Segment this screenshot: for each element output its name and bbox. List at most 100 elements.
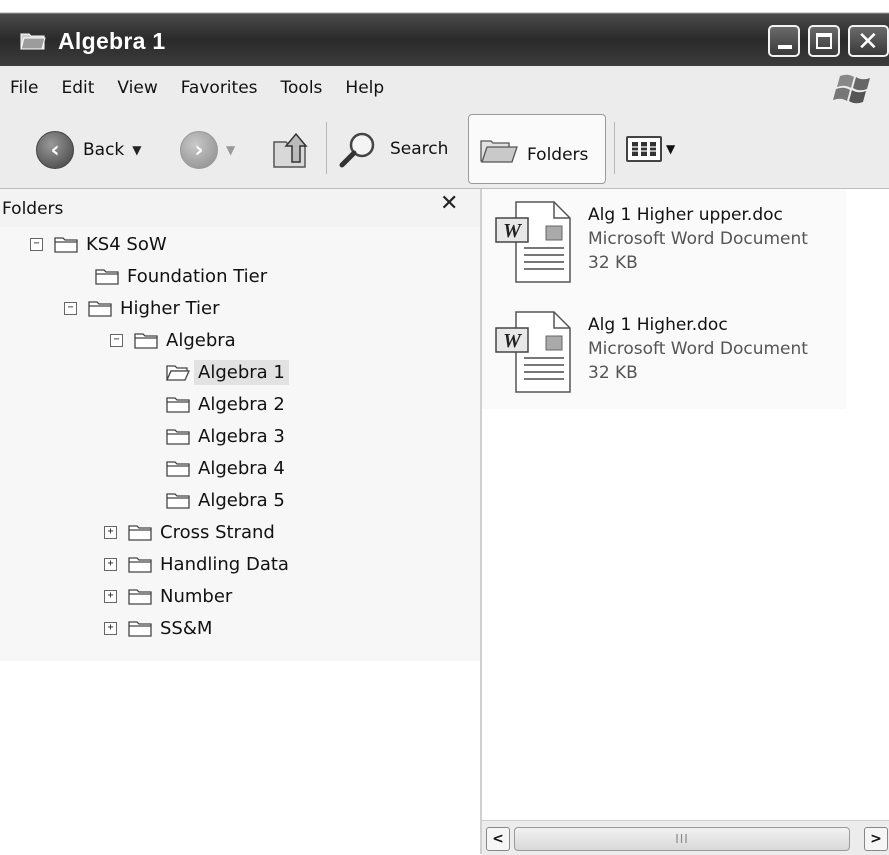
close-icon[interactable]: ✕ [440,191,458,216]
folder-up-icon[interactable] [270,128,314,172]
maximize-icon [816,33,832,49]
tree-label: Handling Data [160,553,289,575]
file-list: W Alg 1 Higher upper.doc Microsoft Word … [482,189,846,409]
folders-button[interactable]: Folders [468,114,606,184]
tree-node-number[interactable]: + Number [104,581,232,611]
folder-icon [128,621,152,637]
file-name: Alg 1 Higher.doc [588,315,728,335]
folders-icon [480,140,518,163]
folders-pane-title: Folders [2,199,64,219]
minimize-icon [778,45,792,49]
tree-label: Cross Strand [160,521,275,543]
forward-dropdown-icon[interactable]: ▼ [226,143,235,157]
forward-button[interactable]: › ▼ [180,131,235,169]
views-button[interactable] [626,136,662,162]
tree-label: Foundation Tier [127,265,268,287]
menu-view[interactable]: View [106,78,169,98]
menu-tools[interactable]: Tools [270,78,335,98]
menu-help[interactable]: Help [334,78,396,98]
folder-icon [128,525,152,541]
tree-label: Algebra 5 [198,489,285,511]
tree-label: Number [160,585,233,607]
expand-icon[interactable]: + [104,525,117,539]
file-item[interactable]: W Alg 1 Higher upper.doc Microsoft Word … [482,189,846,289]
windows-logo-icon [833,74,870,104]
arrow-right-icon: › [180,131,218,169]
tree-node-algebra[interactable]: − Algebra [110,325,236,355]
svg-text:W: W [503,220,522,242]
folder-icon [166,397,190,413]
file-name: Alg 1 Higher upper.doc [588,205,783,225]
collapse-icon[interactable]: − [64,301,77,315]
folders-pane-header: Folders ✕ [0,189,480,228]
tree-node-higher-tier[interactable]: − Higher Tier [64,293,219,323]
back-dropdown-icon[interactable]: ▼ [132,143,141,157]
file-list-pane: W Alg 1 Higher upper.doc Microsoft Word … [482,189,889,820]
file-type: Microsoft Word Document [588,229,808,249]
toolbar-separator [614,122,615,174]
horizontal-scrollbar[interactable]: < III > [482,820,889,855]
file-size: 32 KB [588,253,638,273]
tree-label: KS4 SoW [86,233,167,255]
collapse-icon[interactable]: − [110,333,123,347]
folder-icon [88,301,112,317]
tree-node-handling-data[interactable]: + Handling Data [104,549,289,579]
search-label: Search [390,139,449,159]
minimize-button[interactable] [768,25,800,57]
toolbar-separator [326,122,327,174]
tree-node-ks4-sow[interactable]: − KS4 SoW [30,229,167,259]
expand-icon[interactable]: + [104,557,117,571]
folder-icon [95,269,119,285]
folder-icon [166,429,190,445]
tree-node-algebra-1[interactable]: Algebra 1 [166,357,289,387]
arrow-left-icon: ‹ [36,131,74,169]
search-button[interactable]: Search [338,130,448,168]
tree-label: Algebra 1 [194,359,289,385]
maximize-button[interactable] [808,25,840,57]
menu-bar: File Edit View Favorites Tools Help [0,66,889,111]
folders-label: Folders [527,145,589,165]
tree-node-cross-strand[interactable]: + Cross Strand [104,517,275,547]
folder-icon [134,333,158,349]
folder-open-icon [20,33,46,50]
folders-pane: Folders ✕ − KS4 SoW Foundation Tier − Hi… [0,189,482,854]
tree-node-algebra-5[interactable]: Algebra 5 [166,485,285,515]
tree-node-algebra-3[interactable]: Algebra 3 [166,421,285,451]
menu-file[interactable]: File [0,78,50,98]
tree-label: SS&M [160,617,213,639]
magnifier-icon [339,132,375,168]
close-icon: ✕ [857,27,879,57]
file-size: 32 KB [588,363,638,383]
tree-node-ssm[interactable]: + SS&M [104,613,212,643]
tree-node-algebra-4[interactable]: Algebra 4 [166,453,285,483]
title-bar[interactable]: Algebra 1 ✕ [0,0,889,66]
folder-icon [128,589,152,605]
tree-node-foundation-tier[interactable]: Foundation Tier [95,261,267,291]
tree-label: Algebra 3 [198,425,285,447]
collapse-icon[interactable]: − [30,237,43,251]
menu-favorites[interactable]: Favorites [170,78,270,98]
word-document-icon: W [495,201,571,283]
file-item[interactable]: W Alg 1 Higher.doc Microsoft Word Docume… [482,299,846,399]
tree-label: Algebra 2 [198,393,285,415]
word-document-icon: W [495,311,571,393]
close-button[interactable]: ✕ [848,25,889,57]
folder-icon [128,557,152,573]
views-dropdown-icon[interactable]: ▼ [666,142,675,156]
expand-icon[interactable]: + [104,621,117,635]
svg-text:W: W [503,330,522,352]
folder-tree: − KS4 SoW Foundation Tier − Higher Tier … [0,227,480,661]
tree-node-algebra-2[interactable]: Algebra 2 [166,389,285,419]
file-type: Microsoft Word Document [588,339,808,359]
scrollbar-thumb[interactable]: III [514,827,850,851]
menu-edit[interactable]: Edit [50,78,106,98]
folder-icon [54,237,78,253]
folder-icon [166,461,190,477]
back-button[interactable]: ‹ Back ▼ [36,131,142,169]
tree-label: Higher Tier [120,297,220,319]
scroll-left-icon[interactable]: < [486,827,510,851]
scroll-right-icon[interactable]: > [864,827,888,851]
tree-label: Algebra [166,329,236,351]
menu-items: File Edit View Favorites Tools Help [0,78,396,98]
expand-icon[interactable]: + [104,589,117,603]
